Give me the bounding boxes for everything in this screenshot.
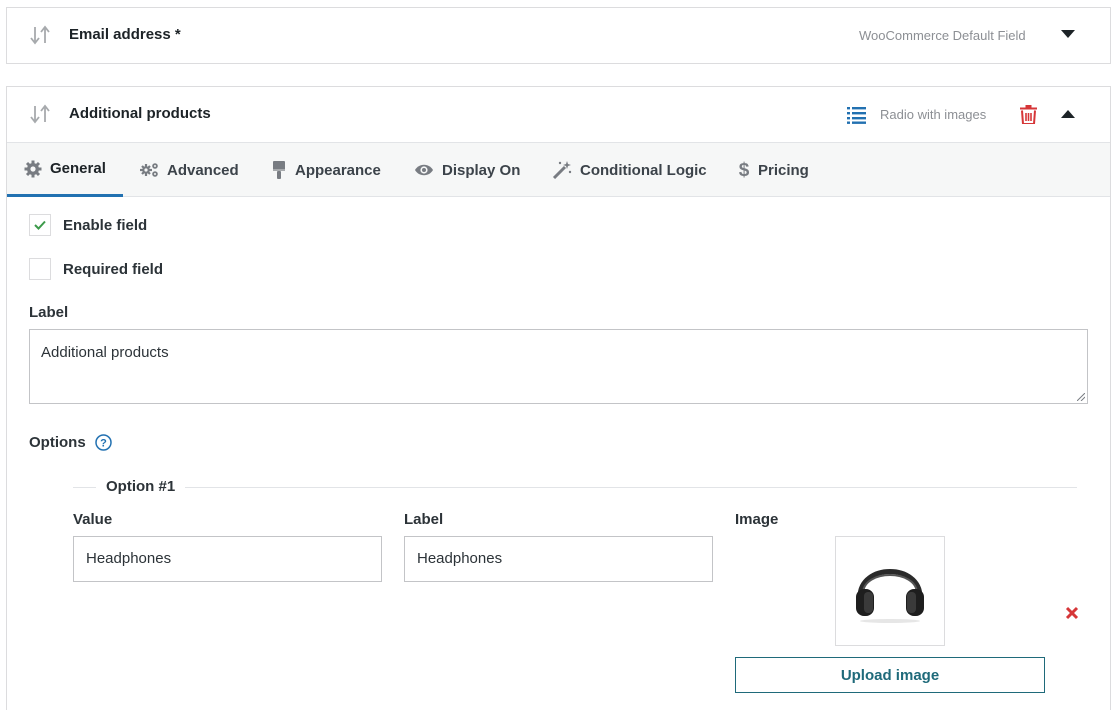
tab-label: Appearance: [295, 161, 381, 179]
tab-display-on[interactable]: Display On: [414, 143, 520, 197]
option-label-heading: Label: [404, 511, 444, 528]
enable-field-row: Enable field: [29, 214, 147, 236]
tab-advanced[interactable]: Advanced: [139, 143, 239, 197]
option-value-input[interactable]: Headphones: [73, 536, 382, 582]
tab-general[interactable]: General: [7, 143, 123, 197]
sort-arrows-icon[interactable]: [29, 24, 51, 46]
field-source-label: WooCommerce Default Field: [859, 28, 1026, 43]
remove-option-icon[interactable]: [1064, 605, 1080, 621]
caret-down-icon[interactable]: [1061, 30, 1075, 39]
tab-label: Advanced: [167, 161, 239, 179]
label-heading: Label: [29, 304, 69, 321]
field-header-email[interactable]: Email address * WooCommerce Default Fiel…: [7, 8, 1110, 63]
label-textarea[interactable]: Additional products: [29, 329, 1088, 404]
tab-label: Pricing: [758, 161, 809, 179]
magic-wand-icon: [552, 161, 572, 179]
field-title: Email address *: [69, 26, 181, 43]
field-panel-additional-products: Additional products Radio with images Ge…: [6, 86, 1111, 710]
trash-icon[interactable]: [1020, 105, 1037, 124]
sort-arrows-icon[interactable]: [29, 103, 51, 125]
fieldset-divider: [185, 487, 1077, 488]
option-legend: Option #1: [106, 478, 176, 495]
headphones-image: [856, 569, 924, 623]
checkmark-icon: [34, 220, 46, 230]
upload-image-button[interactable]: Upload image: [735, 657, 1045, 693]
dollar-icon: $: [739, 160, 750, 180]
field-header-additional[interactable]: Additional products Radio with images: [7, 87, 1110, 142]
option-label-text: Headphones: [417, 550, 503, 567]
caret-up-icon[interactable]: [1061, 110, 1075, 119]
option-label-input[interactable]: Headphones: [404, 536, 713, 582]
tab-pricing[interactable]: $ Pricing: [738, 143, 809, 197]
required-field-label: Required field: [63, 260, 164, 278]
paintbrush-icon: [273, 161, 285, 179]
gears-icon: [140, 163, 158, 177]
svg-text:?: ?: [100, 438, 107, 450]
label-textarea-value: Additional products: [41, 344, 169, 361]
tab-label: Conditional Logic: [580, 161, 707, 179]
tab-appearance[interactable]: Appearance: [271, 143, 381, 197]
enable-field-label: Enable field: [63, 216, 148, 234]
resize-handle-icon[interactable]: [1077, 393, 1085, 401]
required-field-checkbox[interactable]: [29, 258, 51, 280]
gear-icon: [24, 160, 42, 177]
field-settings-tabs: General Advanced Appearance Display On C…: [7, 142, 1110, 197]
enable-field-checkbox[interactable]: [29, 214, 51, 236]
option-value-heading: Value: [73, 511, 113, 528]
options-heading: Options: [29, 434, 86, 451]
tab-conditional-logic[interactable]: Conditional Logic: [552, 143, 707, 197]
list-icon: [847, 107, 866, 124]
tab-label: Display On: [442, 161, 521, 179]
option-value-text: Headphones: [86, 550, 172, 567]
fieldset-divider: [73, 487, 96, 488]
svg-text:$: $: [739, 160, 750, 180]
field-type-label: Radio with images: [880, 107, 987, 122]
eye-icon: [415, 164, 433, 176]
help-question-icon[interactable]: ?: [95, 434, 112, 451]
field-title: Additional products: [69, 105, 211, 122]
tab-label: General: [50, 160, 106, 177]
required-field-row: Required field: [29, 258, 163, 280]
field-panel-email: Email address * WooCommerce Default Fiel…: [6, 7, 1111, 64]
option-image-heading: Image: [735, 511, 779, 528]
option-image-preview[interactable]: [835, 536, 945, 646]
